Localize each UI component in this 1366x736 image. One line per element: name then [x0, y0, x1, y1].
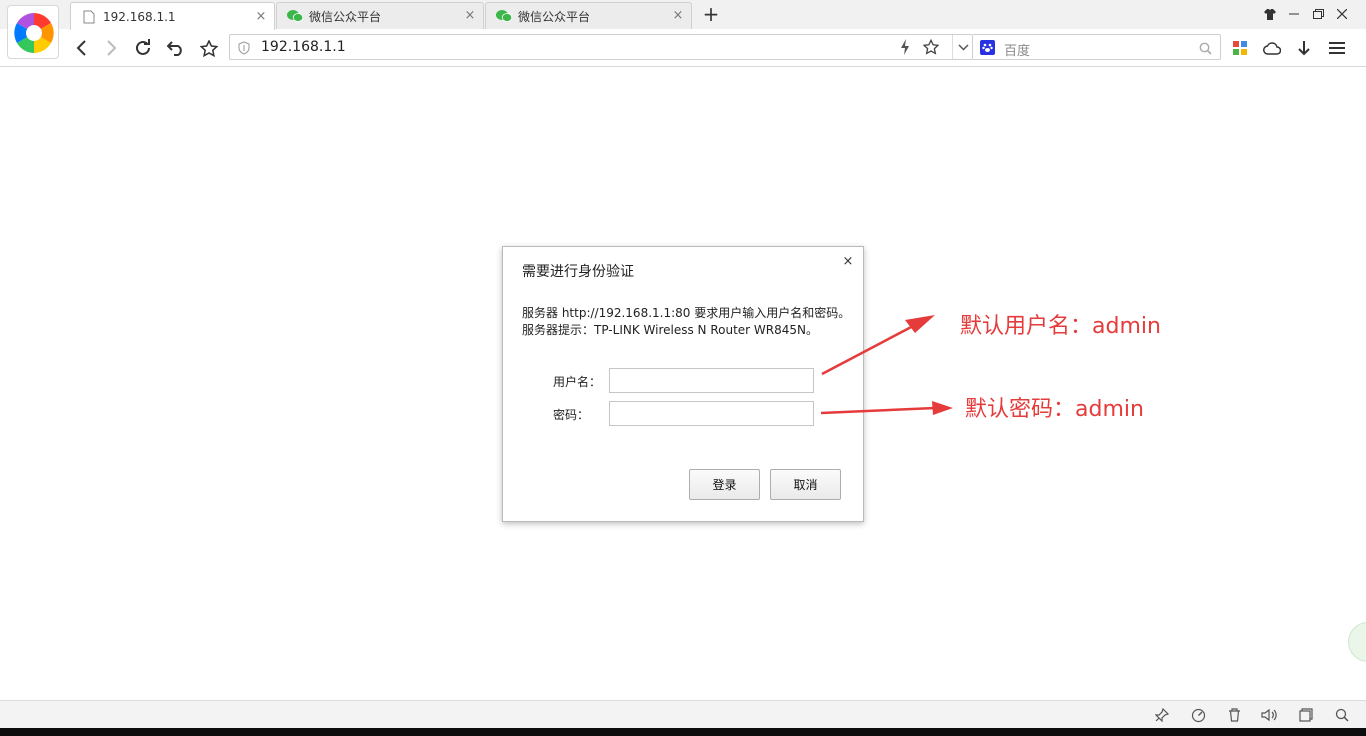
zoom-icon[interactable]: [1334, 707, 1350, 723]
page-icon: [81, 9, 97, 25]
clear-trash-icon[interactable]: [1226, 707, 1242, 723]
tab-title: 192.168.1.1: [103, 9, 176, 24]
speedup-icon[interactable]: [1190, 707, 1206, 723]
annotation-arrows: [820, 315, 953, 415]
os-taskbar: [0, 728, 1366, 736]
password-hint: 默认密码：admin: [965, 397, 1144, 422]
username-hint: 默认用户名：admin: [960, 314, 1161, 339]
username-arrow: [821, 315, 935, 376]
browser-logo[interactable]: [7, 5, 59, 59]
tab-close-icon[interactable]: ×: [254, 9, 268, 24]
volume-icon[interactable]: [1261, 707, 1277, 723]
status-bar: [0, 700, 1366, 728]
tab-router[interactable]: 192.168.1.1 ×: [70, 2, 275, 30]
password-arrow: [820, 401, 953, 415]
pin-icon[interactable]: [1154, 707, 1170, 723]
window-mode-icon[interactable]: [1298, 707, 1314, 723]
browser-logo-icon: [14, 13, 54, 53]
